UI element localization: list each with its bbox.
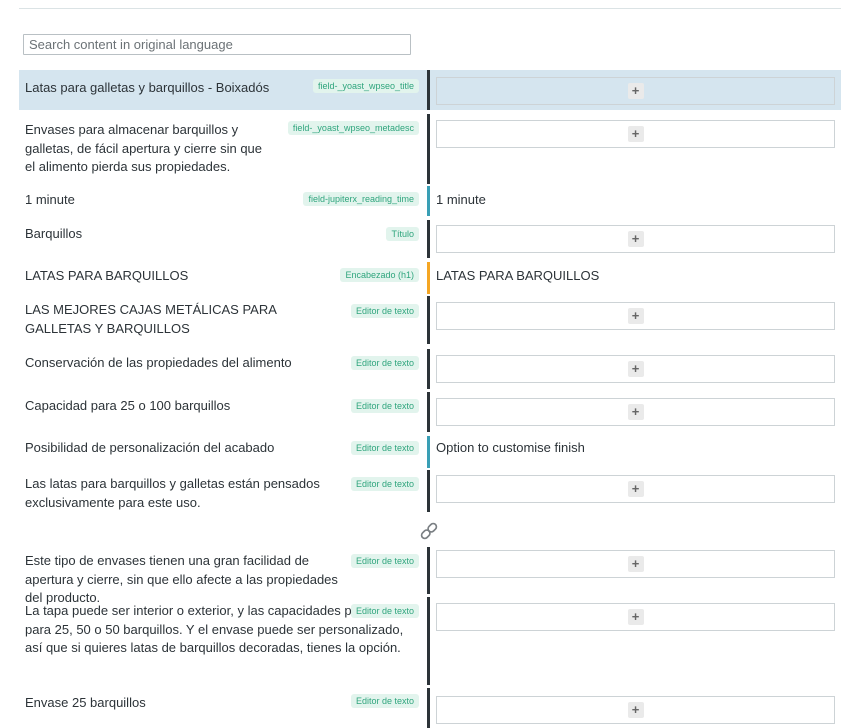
plus-icon[interactable]: +	[627, 83, 644, 99]
field-tag: field-_yoast_wpseo_title	[312, 79, 419, 93]
translation-text[interactable]: 1 minute	[436, 191, 486, 210]
status-bar	[427, 70, 430, 110]
source-text: LAS MEJORES CAJAS METÁLICAS PARA GALLETA…	[25, 302, 277, 336]
translation-box[interactable]: +	[436, 120, 835, 148]
status-bar	[427, 547, 430, 594]
plus-icon[interactable]: +	[627, 308, 644, 324]
status-bar	[427, 688, 430, 728]
translation-box[interactable]: +	[436, 550, 835, 578]
field-tag: Editor de texto	[350, 694, 419, 708]
field-tag: field-_yoast_wpseo_metadesc	[287, 121, 419, 135]
status-bar	[427, 597, 430, 685]
translation-row: Posibilidad de personalización del acaba…	[19, 436, 841, 468]
field-tag: Editor de texto	[350, 477, 419, 491]
source-text: Envases para almacenar barquillos y gall…	[25, 122, 263, 175]
top-divider	[19, 8, 841, 9]
translation-row: Capacidad para 25 o 100 barquillos Editor…	[19, 392, 841, 432]
translation-row: Latas para galletas y barquillos - Boixa…	[19, 70, 841, 110]
translation-box[interactable]: +	[436, 475, 835, 503]
translation-row: 1 minute field-jupiterx_reading_time 1 min…	[19, 186, 841, 216]
translation-box[interactable]: +	[436, 696, 835, 724]
status-bar	[427, 349, 430, 389]
link-icon[interactable]	[418, 520, 440, 542]
field-tag: Editor de texto	[350, 304, 419, 318]
translation-row: Envase 25 barquillos Editor de texto +	[19, 688, 841, 728]
field-tag: field-jupiterx_reading_time	[303, 192, 419, 206]
translation-box[interactable]: +	[436, 603, 835, 631]
field-tag: Editor de texto	[350, 399, 419, 413]
field-tag: Editor de texto	[350, 554, 419, 568]
translation-box[interactable]: +	[436, 225, 835, 253]
plus-icon[interactable]: +	[627, 126, 644, 142]
translation-row: Conservación de las propiedades del alim…	[19, 349, 841, 389]
field-tag: Editor de texto	[350, 604, 419, 618]
plus-icon[interactable]: +	[627, 556, 644, 572]
plus-icon[interactable]: +	[627, 231, 644, 247]
status-bar	[427, 220, 430, 258]
translation-row: Las latas para barquillos y galletas est…	[19, 470, 841, 512]
translation-row: La tapa puede ser interior o exterior, y…	[19, 597, 841, 685]
status-bar	[427, 186, 430, 216]
translation-row: Barquillos Título +	[19, 220, 841, 258]
translation-box[interactable]: +	[436, 355, 835, 383]
field-tag: Encabezado (h1)	[340, 268, 419, 282]
field-tag: Editor de texto	[350, 441, 419, 455]
status-bar	[427, 296, 430, 344]
translation-box[interactable]: +	[436, 302, 835, 330]
plus-icon[interactable]: +	[627, 702, 644, 718]
translation-text[interactable]: LATAS PARA BARQUILLOS	[436, 267, 599, 286]
source-text: Barquillos	[25, 226, 83, 241]
plus-icon[interactable]: +	[627, 361, 644, 377]
status-bar	[427, 114, 430, 184]
translation-row: LAS MEJORES CAJAS METÁLICAS PARA GALLETA…	[19, 296, 841, 344]
field-tag: Título	[386, 227, 419, 241]
plus-icon[interactable]: +	[627, 609, 644, 625]
translation-box[interactable]: +	[436, 398, 835, 426]
source-text: Las latas para barquillos y galletas est…	[25, 476, 320, 510]
plus-icon[interactable]: +	[627, 481, 644, 497]
translation-row: LATAS PARA BARQUILLOS Encabezado (h1) LATA…	[19, 262, 841, 294]
status-bar	[427, 436, 430, 468]
translation-row: Envases para almacenar barquillos y gall…	[19, 114, 841, 184]
status-bar	[427, 262, 430, 294]
search-input[interactable]	[23, 34, 411, 55]
plus-icon[interactable]: +	[627, 404, 644, 420]
status-bar	[427, 392, 430, 432]
translation-row: Este tipo de envases tienen una gran fac…	[19, 547, 841, 605]
field-tag: Editor de texto	[350, 356, 419, 370]
translation-box[interactable]: +	[436, 77, 835, 105]
translation-text[interactable]: Option to customise finish	[436, 439, 585, 458]
status-bar	[427, 470, 430, 512]
